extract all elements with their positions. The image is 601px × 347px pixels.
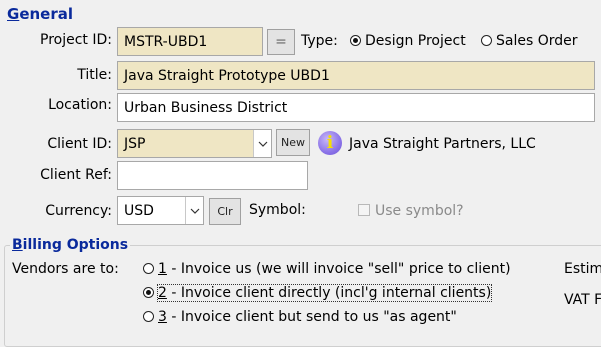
type-option-sales-order[interactable]: Sales Order: [481, 33, 578, 49]
radio-icon: [481, 35, 492, 46]
client-id-label: Client ID:: [47, 136, 112, 152]
radio-icon: [143, 287, 154, 298]
radio-icon: [143, 311, 154, 322]
client-name: Java Straight Partners, LLC: [349, 136, 536, 152]
client-id-combo[interactable]: JSP: [117, 129, 272, 158]
new-client-button[interactable]: New: [276, 129, 310, 156]
vendors-label: Vendors are to:: [12, 261, 119, 277]
client-ref-label: Client Ref:: [40, 167, 112, 183]
use-symbol-checkbox[interactable]: Use symbol?: [358, 203, 464, 219]
general-section-title: General: [7, 5, 73, 23]
radio-icon: [350, 35, 361, 46]
billing-option-3[interactable]: 3 - Invoice client but send to us "as ag…: [143, 309, 457, 325]
billing-option-1[interactable]: 1 - Invoice us (we will invoice "sell" p…: [143, 261, 511, 277]
equals-button[interactable]: =: [267, 29, 295, 55]
project-id-field[interactable]: MSTR-UBD1: [117, 27, 263, 56]
currency-combo[interactable]: USD: [117, 196, 204, 225]
clear-currency-button[interactable]: Clr: [209, 198, 241, 225]
radio-icon: [143, 263, 154, 274]
location-label: Location:: [48, 97, 112, 113]
title-field[interactable]: Java Straight Prototype UBD1: [117, 61, 595, 90]
billing-option-2[interactable]: 2 - Invoice client directly (incl'g inte…: [143, 284, 493, 302]
title-label: Title:: [77, 67, 112, 83]
checkbox-icon: [358, 204, 370, 216]
type-option-design-project[interactable]: Design Project: [350, 33, 466, 49]
chevron-down-icon[interactable]: [253, 130, 271, 157]
symbol-label: Symbol:: [249, 202, 306, 218]
location-field[interactable]: Urban Business District: [117, 93, 595, 122]
type-label: Type:: [301, 33, 338, 49]
vat-label-clipped: VAT F: [564, 292, 601, 308]
estimate-label-clipped: Estim: [564, 261, 601, 277]
billing-options-title: Billing Options: [10, 237, 131, 253]
currency-label: Currency:: [45, 203, 112, 219]
project-id-label: Project ID:: [40, 32, 112, 48]
chevron-down-icon[interactable]: [185, 197, 203, 224]
client-ref-field[interactable]: [117, 161, 308, 190]
info-icon[interactable]: i: [318, 131, 342, 155]
